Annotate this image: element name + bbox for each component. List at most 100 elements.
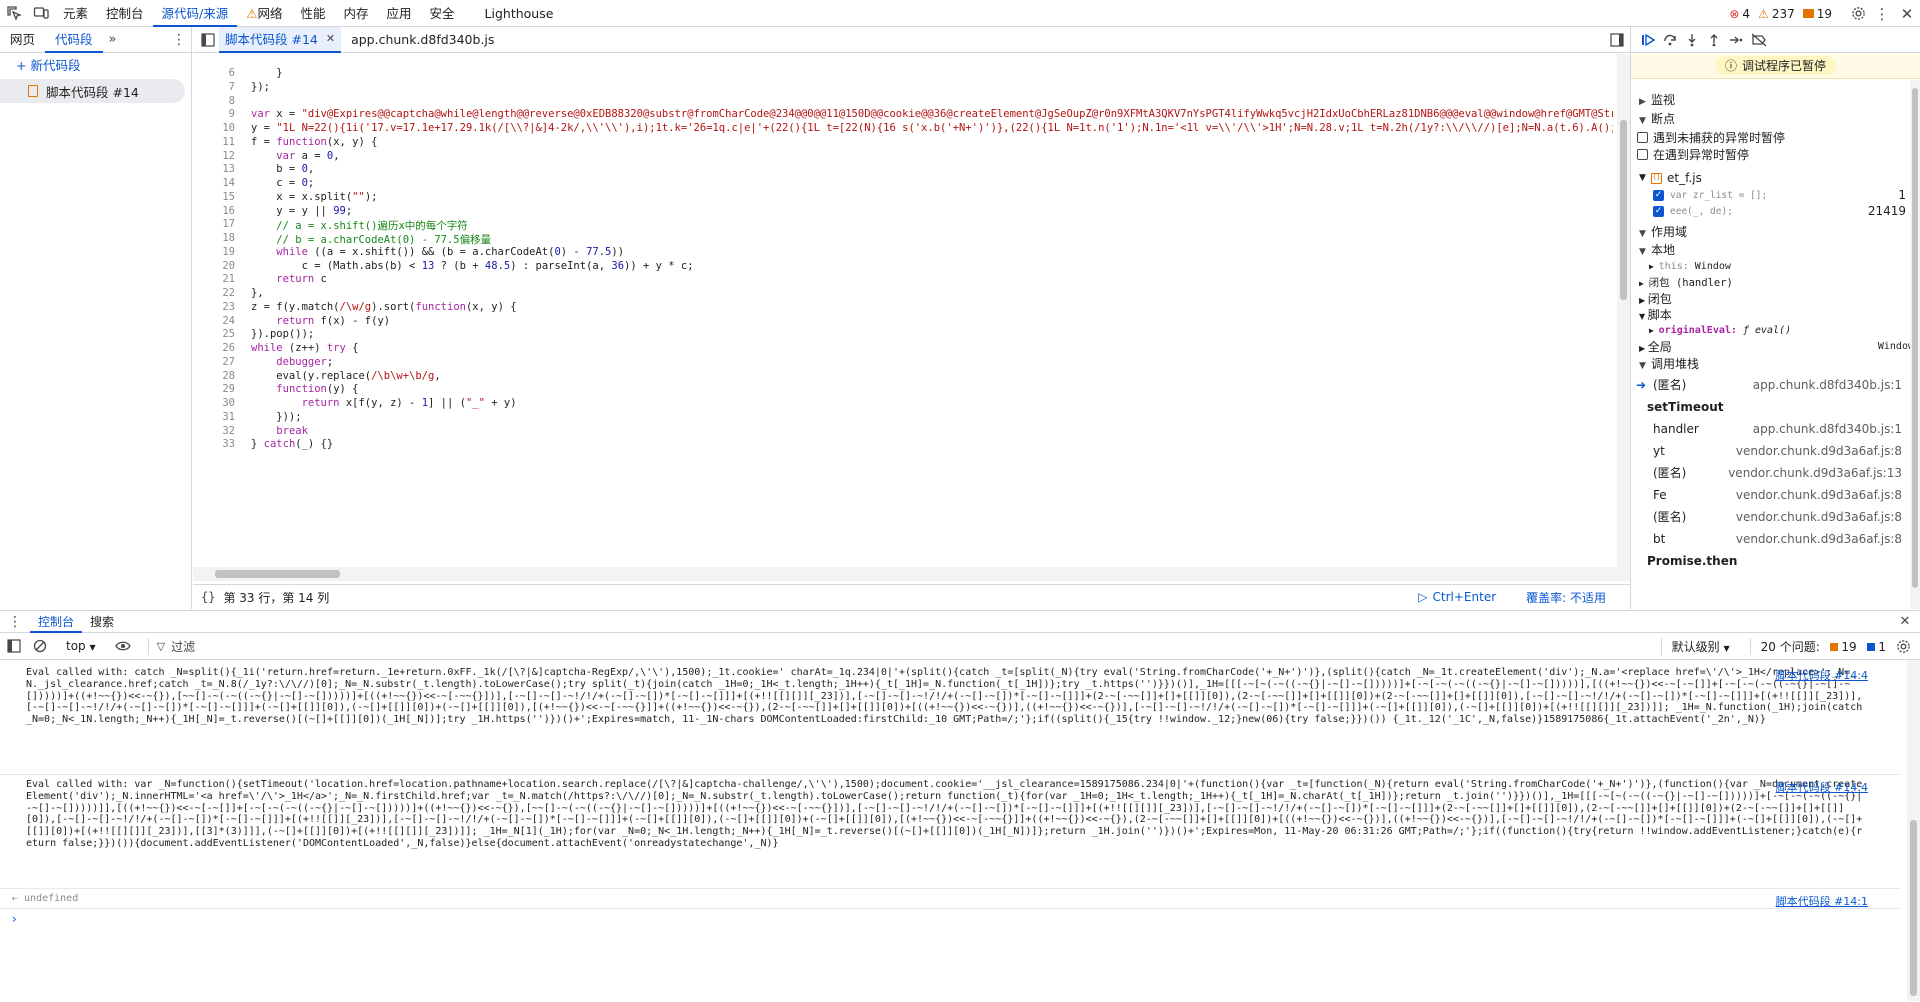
warning-count[interactable]: 237	[1772, 7, 1795, 21]
snippet-item[interactable]: 脚本代码段 #14	[0, 79, 185, 103]
line-number[interactable]: 17	[193, 218, 235, 230]
checkbox-checked-icon[interactable]: ✓	[1653, 189, 1664, 201]
editor-tab-app-chunk[interactable]: app.chunk.d8fd340b.js	[341, 32, 504, 47]
line-number[interactable]: 13	[193, 163, 235, 175]
console-settings-gear-icon[interactable]	[1886, 639, 1920, 654]
error-count[interactable]: 4	[1742, 7, 1750, 21]
section-breakpoints[interactable]: ▼ 断点	[1631, 110, 1920, 129]
pretty-print-icon[interactable]: {}	[201, 590, 215, 604]
vertical-scrollbar[interactable]	[1617, 54, 1630, 581]
scope-closure[interactable]: ▶ 闭包	[1631, 291, 1920, 307]
more-vertical-icon[interactable]: ⋮	[1870, 5, 1894, 23]
scope-original-eval[interactable]: ▶ originalEval: ƒ eval()	[1631, 323, 1920, 339]
info-count[interactable]: 19	[1817, 7, 1832, 21]
breakpoint-item[interactable]: ✓ var zr_list = []; 1	[1631, 187, 1920, 203]
scope-closure-handler[interactable]: ▶ 闭包 (handler)	[1631, 275, 1920, 291]
settings-gear-icon[interactable]	[1846, 6, 1870, 21]
line-number[interactable]: 18	[193, 232, 235, 244]
step-over-icon[interactable]	[1659, 33, 1681, 47]
breakpoint-file[interactable]: ▼ {} et_f.js	[1631, 169, 1920, 187]
checkbox-checked-icon[interactable]: ✓	[1653, 205, 1664, 217]
run-snippet-shortcut[interactable]: Ctrl+Enter	[1433, 590, 1497, 604]
tab-lighthouse[interactable]: Lighthouse	[476, 0, 563, 27]
sidebar-scrollbar[interactable]	[1910, 80, 1920, 609]
section-call-stack[interactable]: ▼ 调用堆栈	[1631, 355, 1920, 374]
vertical-scroll-thumb[interactable]	[1620, 120, 1627, 300]
tab-page[interactable]: 网页	[0, 27, 45, 53]
tab-memory[interactable]: 内存	[335, 0, 378, 27]
section-watch[interactable]: ▶ 监视	[1631, 91, 1920, 110]
checkbox-unchecked[interactable]	[1637, 149, 1648, 160]
issues-summary[interactable]: 20 个问题: 19 1	[1749, 637, 1886, 655]
horizontal-scrollbar[interactable]	[193, 567, 1617, 581]
call-frame[interactable]: handler app.chunk.d8fd340b.js:1	[1631, 418, 1920, 440]
scope-local[interactable]: ▼ 本地	[1631, 242, 1920, 259]
line-number[interactable]: 23	[193, 301, 235, 313]
line-number[interactable]: 9	[193, 108, 235, 120]
step-icon[interactable]	[1725, 33, 1747, 47]
console-scrollbar[interactable]	[1907, 660, 1920, 1001]
line-number[interactable]: 6	[193, 67, 235, 79]
pause-caught-option[interactable]: 在遇到异常时暂停	[1631, 146, 1920, 163]
line-number[interactable]: 26	[193, 342, 235, 354]
call-frame[interactable]: ➜ (匿名) app.chunk.d8fd340b.js:1	[1631, 374, 1920, 396]
log-level-select[interactable]: 默认级别 ▼	[1660, 637, 1730, 655]
filter-input[interactable]: ▽ 过滤	[147, 637, 1248, 655]
line-number[interactable]: 30	[193, 397, 235, 409]
call-frame[interactable]: yt vendor.chunk.d9d3a6af.js:8	[1631, 440, 1920, 462]
line-number[interactable]: 7	[193, 81, 235, 93]
section-scope[interactable]: ▼ 作用域	[1631, 223, 1920, 242]
tab-snippets[interactable]: 代码段	[45, 27, 103, 53]
line-number[interactable]: 22	[193, 287, 235, 299]
line-number[interactable]: 19	[193, 246, 235, 258]
horizontal-scroll-thumb[interactable]	[215, 570, 340, 578]
line-number[interactable]: 11	[193, 136, 235, 148]
message-source-link[interactable]: 脚本代码段 #14:4	[1776, 779, 1868, 795]
more-vertical-icon[interactable]: ⋮	[0, 614, 30, 630]
message-source-link[interactable]: 脚本代码段 #14:4	[1776, 667, 1868, 683]
drawer-tab-search[interactable]: 搜索	[82, 611, 122, 633]
line-number[interactable]: 21	[193, 273, 235, 285]
clear-console-icon[interactable]	[28, 639, 52, 653]
close-devtools-icon[interactable]: ✕	[1894, 5, 1920, 23]
line-number[interactable]: 8	[193, 95, 235, 107]
tab-elements[interactable]: 元素	[54, 0, 97, 27]
message-source-link[interactable]: 脚本代码段 #14:1	[1776, 893, 1868, 909]
line-number[interactable]: 14	[193, 177, 235, 189]
line-number[interactable]: 24	[193, 315, 235, 327]
call-frame[interactable]: (匿名) vendor.chunk.d9d3a6af.js:13	[1631, 462, 1920, 484]
resume-icon[interactable]	[1637, 33, 1659, 47]
scope-global[interactable]: ▶ 全局 Window	[1631, 339, 1920, 355]
device-toggle-icon[interactable]	[28, 0, 54, 27]
scope-this[interactable]: ▶ this: Window	[1631, 259, 1920, 275]
eye-icon[interactable]	[108, 640, 138, 652]
tab-performance[interactable]: 性能	[291, 0, 334, 27]
step-into-icon[interactable]	[1681, 33, 1703, 47]
tab-sources[interactable]: 源代码/来源	[152, 0, 238, 27]
drawer-tab-console[interactable]: 控制台	[30, 611, 83, 633]
step-out-icon[interactable]	[1703, 33, 1725, 47]
line-number[interactable]: 33	[193, 438, 235, 450]
editor-tab-snippet[interactable]: 脚本代码段 #14 ✕	[219, 26, 342, 53]
sidebar-scroll-thumb[interactable]	[1912, 88, 1918, 588]
more-tabs-chevron-icon[interactable]: »	[103, 32, 123, 47]
line-number[interactable]: 29	[193, 383, 235, 395]
toggle-debugger-icon[interactable]	[1604, 32, 1630, 47]
breakpoint-item[interactable]: ✓ eee(_, de); 21419	[1631, 203, 1920, 219]
tab-application[interactable]: 应用	[378, 0, 421, 27]
call-frame[interactable]: (匿名) vendor.chunk.d9d3a6af.js:8	[1631, 506, 1920, 528]
inspect-element-icon[interactable]	[0, 0, 28, 27]
run-snippet-play-icon[interactable]: ▷	[1418, 590, 1427, 604]
sidebar-toggle-icon[interactable]	[0, 639, 28, 653]
line-number[interactable]: 15	[193, 191, 235, 203]
line-number[interactable]: 25	[193, 328, 235, 340]
console-prompt-icon[interactable]: ›	[12, 912, 17, 926]
tab-console[interactable]: 控制台	[97, 0, 153, 27]
call-frame[interactable]: Fe vendor.chunk.d9d3a6af.js:8	[1631, 484, 1920, 506]
line-number[interactable]: 31	[193, 411, 235, 423]
pause-uncaught-option[interactable]: 遇到未捕获的异常时暂停	[1631, 129, 1920, 146]
close-drawer-icon[interactable]: ✕	[1890, 614, 1920, 629]
call-frame[interactable]: setTimeout	[1631, 396, 1920, 418]
tab-network[interactable]: ⚠网络	[237, 0, 291, 27]
line-number[interactable]: 12	[193, 150, 235, 162]
